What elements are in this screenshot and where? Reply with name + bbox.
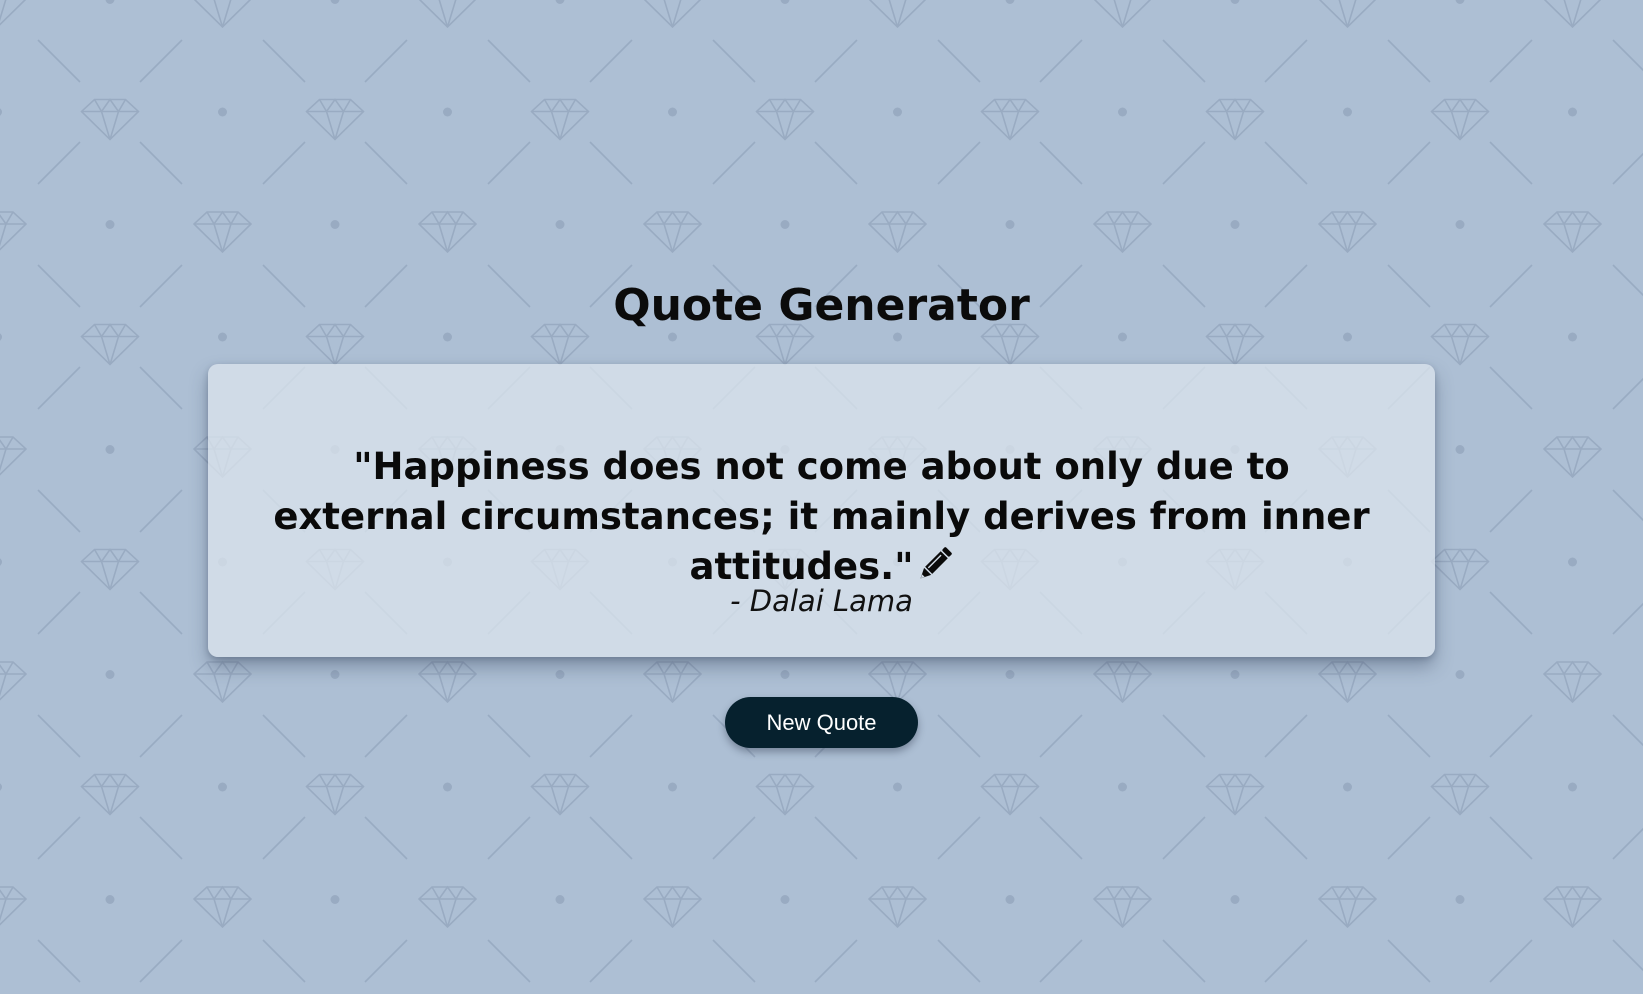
quote-text: "Happiness does not come about only due … <box>273 445 1370 588</box>
quote-card: "Happiness does not come about only due … <box>208 364 1435 657</box>
pencil-icon <box>920 547 952 579</box>
new-quote-button[interactable]: New Quote <box>725 697 918 748</box>
page-title: Quote Generator <box>613 280 1030 331</box>
quote-author: - Dalai Lama <box>730 584 913 618</box>
quote-text-container: "Happiness does not come about only due … <box>268 442 1375 592</box>
quote-generator-page: Quote Generator "Happiness does not come… <box>0 0 1643 994</box>
